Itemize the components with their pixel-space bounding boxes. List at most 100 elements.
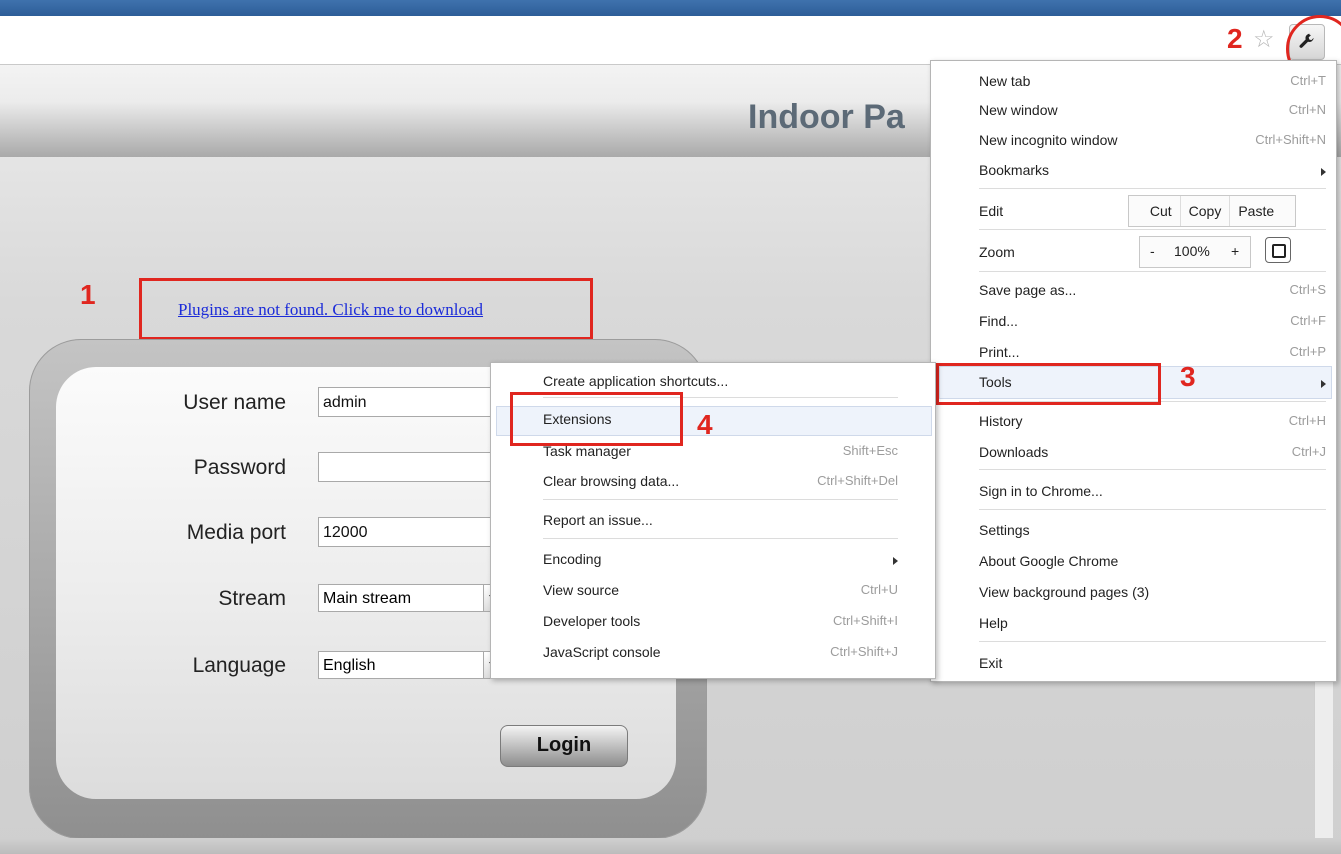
zoom-out-button[interactable]: -: [1150, 243, 1155, 259]
menu-item-label: View background pages (3): [979, 584, 1150, 600]
menu-item-history[interactable]: History Ctrl+H: [979, 411, 1326, 435]
menu-item-label: Bookmarks: [979, 162, 1050, 178]
menu-item-shortcut: Ctrl+U: [860, 582, 898, 597]
menu-item-new-tab[interactable]: New tab Ctrl+T: [979, 71, 1326, 95]
menu-item-label: Zoom: [979, 244, 1015, 260]
menu-item-label: About Google Chrome: [979, 553, 1119, 569]
menu-item-help[interactable]: Help: [979, 613, 1326, 637]
menu-item-shortcut: Ctrl+S: [1289, 282, 1326, 297]
stream-label: Stream: [218, 587, 286, 610]
menu-separator: [979, 271, 1326, 272]
menu-item-background-pages[interactable]: View background pages (3): [979, 582, 1326, 606]
menu-item-label: Downloads: [979, 444, 1049, 460]
menu-item-incognito[interactable]: New incognito window Ctrl+Shift+N: [979, 130, 1326, 154]
media-port-label: Media port: [186, 521, 286, 544]
menu-item-shortcut: Ctrl+H: [1288, 413, 1326, 428]
zoom-controls: - 100% +: [1139, 236, 1251, 268]
plugin-download-link[interactable]: Plugins are not found. Click me to downl…: [178, 300, 483, 320]
menu-separator: [979, 229, 1326, 230]
extensions-highlight-box: [510, 392, 683, 446]
menu-item-shortcut: Ctrl+Shift+N: [1255, 132, 1326, 147]
menu-item-label: Save page as...: [979, 282, 1077, 298]
step-4-label: 4: [697, 409, 713, 440]
menu-item-label: Edit: [979, 203, 1004, 219]
menu-item-shortcut: Ctrl+Shift+Del: [817, 473, 898, 488]
menu-item-label: Settings: [979, 522, 1030, 538]
zoom-level: 100%: [1174, 243, 1210, 259]
menu-item-label: Create application shortcuts...: [543, 373, 729, 389]
media-port-input[interactable]: 12000: [318, 517, 503, 547]
menu-item-about[interactable]: About Google Chrome: [979, 551, 1326, 575]
menu-item-label: Find...: [979, 313, 1018, 329]
menu-item-shortcut: Ctrl+F: [1290, 313, 1326, 328]
password-input[interactable]: [318, 452, 503, 482]
menu-item-report-issue[interactable]: Report an issue...: [543, 510, 898, 534]
menu-item-sign-in[interactable]: Sign in to Chrome...: [979, 481, 1326, 505]
stream-select[interactable]: Main stream: [318, 584, 503, 612]
menu-item-clear-data[interactable]: Clear browsing data... Ctrl+Shift+Del: [543, 471, 898, 495]
menu-item-bookmarks[interactable]: Bookmarks: [979, 160, 1326, 184]
menu-item-shortcut: Ctrl+Shift+J: [830, 644, 898, 659]
login-button[interactable]: Login: [500, 725, 628, 767]
menu-item-encoding[interactable]: Encoding: [543, 549, 898, 573]
menu-item-find[interactable]: Find... Ctrl+F: [979, 311, 1326, 335]
menu-item-label: Print...: [979, 344, 1020, 360]
fullscreen-icon[interactable]: [1265, 237, 1291, 263]
star-outline-icon[interactable]: ☆: [1253, 25, 1275, 54]
menu-item-label: JavaScript console: [543, 644, 661, 660]
menu-item-label: New tab: [979, 73, 1031, 89]
menu-item-shortcut: Ctrl+N: [1288, 102, 1326, 117]
menu-separator: [979, 509, 1326, 510]
menu-item-javascript-console[interactable]: JavaScript console Ctrl+Shift+J: [543, 642, 898, 666]
menu-item-label: New incognito window: [979, 132, 1118, 148]
menu-separator: [979, 641, 1326, 642]
password-label: Password: [193, 456, 286, 479]
menu-item-developer-tools[interactable]: Developer tools Ctrl+Shift+I: [543, 611, 898, 635]
step-3-label: 3: [1180, 361, 1196, 392]
menu-item-settings[interactable]: Settings: [979, 520, 1326, 544]
menu-item-label: Help: [979, 615, 1008, 631]
page-title: Indoor Pa: [748, 98, 905, 136]
menu-item-downloads[interactable]: Downloads Ctrl+J: [979, 442, 1326, 466]
window-top-bar: [0, 0, 1341, 16]
submenu-arrow-icon: [1321, 380, 1326, 388]
step-1-label: 1: [80, 279, 96, 310]
bottom-edge: [0, 838, 1341, 854]
stream-select-value: Main stream: [323, 590, 412, 607]
menu-item-label: View source: [543, 582, 620, 598]
menu-item-label: Report an issue...: [543, 512, 653, 528]
submenu-arrow-icon: [1321, 168, 1326, 176]
paste-button[interactable]: Paste: [1230, 196, 1282, 226]
language-label: Language: [192, 654, 286, 677]
menu-item-shortcut: Ctrl+Shift+I: [832, 613, 898, 628]
menu-separator: [979, 469, 1326, 470]
menu-item-view-source[interactable]: View source Ctrl+U: [543, 580, 898, 604]
copy-button[interactable]: Copy: [1181, 196, 1231, 226]
username-input[interactable]: admin: [318, 387, 503, 417]
menu-item-shortcut: Ctrl+T: [1290, 73, 1326, 88]
browser-toolbar: [0, 16, 1341, 65]
menu-separator: [543, 538, 898, 539]
menu-item-shortcut: Shift+Esc: [842, 443, 898, 458]
menu-separator: [543, 499, 898, 500]
username-label: User name: [183, 391, 286, 414]
menu-item-new-window[interactable]: New window Ctrl+N: [979, 100, 1326, 124]
language-select[interactable]: English: [318, 651, 503, 679]
tools-highlight-box: [936, 363, 1161, 405]
menu-item-save-page[interactable]: Save page as... Ctrl+S: [979, 280, 1326, 304]
menu-item-label: New window: [979, 102, 1058, 118]
menu-item-label: Encoding: [543, 551, 602, 567]
step-2-label: 2: [1227, 23, 1243, 54]
menu-item-label: Sign in to Chrome...: [979, 483, 1103, 499]
edit-actions-group: Cut Copy Paste: [1128, 195, 1296, 227]
zoom-in-button[interactable]: +: [1231, 243, 1239, 259]
submenu-arrow-icon: [893, 557, 898, 565]
menu-item-label: Developer tools: [543, 613, 641, 629]
menu-item-shortcut: Ctrl+J: [1291, 444, 1326, 459]
menu-separator: [979, 188, 1326, 189]
cut-button[interactable]: Cut: [1142, 196, 1181, 226]
menu-item-label: History: [979, 413, 1023, 429]
language-select-value: English: [323, 657, 376, 674]
menu-item-exit[interactable]: Exit: [979, 653, 1326, 677]
menu-item-label: Clear browsing data...: [543, 473, 680, 489]
